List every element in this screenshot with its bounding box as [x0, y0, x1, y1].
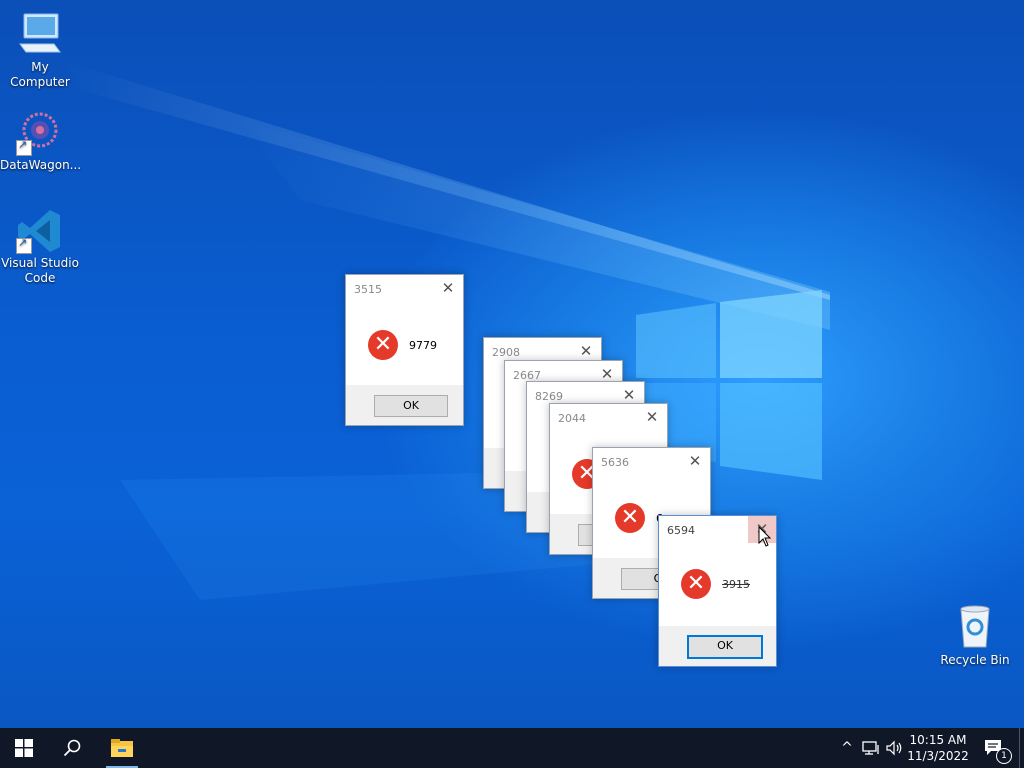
desktop-icon-label: DataWagon... [0, 158, 82, 172]
dialog-footer: OK [346, 385, 463, 425]
close-icon[interactable]: ✕ [643, 408, 661, 426]
file-explorer-icon [111, 739, 133, 757]
dialog-message: 9779 [409, 338, 437, 352]
dialog-title: 2908 [492, 346, 520, 359]
volume-button[interactable] [884, 728, 906, 768]
show-hidden-icons-button[interactable]: ^ [838, 728, 856, 768]
close-icon[interactable]: ✕ [439, 279, 457, 297]
desktop-icon-vscode[interactable]: Visual Studio Code [0, 206, 80, 286]
recycle-bin-icon [951, 603, 999, 651]
network-button[interactable] [860, 728, 882, 768]
chevron-up-icon: ^ [841, 740, 853, 756]
dialog-body: ✕ 6 [615, 503, 663, 533]
close-icon[interactable]: ✕ [620, 386, 638, 404]
shortcut-arrow-icon [16, 236, 32, 254]
clock[interactable]: 10:15 AM 11/3/2022 [905, 732, 971, 764]
dialog-footer: OK [659, 626, 776, 666]
desktop: My Computer DataWagon... Visual Studio C… [0, 0, 1024, 728]
desktop-icon-datawagon[interactable]: DataWagon... [0, 108, 82, 173]
show-desktop-button[interactable] [1019, 728, 1024, 768]
error-icon: ✕ [681, 569, 711, 599]
ok-button[interactable]: OK [687, 635, 763, 659]
windows-start-icon [15, 739, 33, 757]
error-dialog[interactable]: 3515 ✕ ✕ 9779 OK [345, 274, 464, 426]
network-icon [862, 741, 879, 755]
desktop-icon-recycle-bin[interactable]: Recycle Bin [935, 603, 1015, 668]
file-explorer-button[interactable] [98, 728, 146, 768]
close-icon[interactable]: ✕ [686, 452, 704, 470]
shortcut-arrow-icon [16, 138, 32, 156]
clock-date: 11/3/2022 [907, 749, 969, 763]
dialog-body: ✕ 9779 [368, 330, 437, 360]
dialog-title: 8269 [535, 390, 563, 403]
search-icon [63, 739, 81, 757]
speaker-icon [886, 740, 902, 756]
dialog-title: 5636 [601, 456, 629, 469]
dialog-title: 6594 [667, 524, 695, 537]
mouse-cursor-icon [758, 526, 772, 547]
desktop-icon-label: Recycle Bin [940, 653, 1010, 667]
dialog-body: ✕ 3915 [681, 569, 750, 599]
vscode-icon [16, 206, 64, 254]
notification-count-badge: 1 [996, 748, 1012, 764]
datawagon-icon [16, 108, 64, 156]
close-icon[interactable]: ✕ [577, 342, 595, 360]
computer-icon [16, 10, 64, 58]
start-button[interactable] [0, 728, 48, 768]
error-icon: ✕ [368, 330, 398, 360]
search-button[interactable] [48, 728, 96, 768]
desktop-icon-my-computer[interactable]: My Computer [0, 10, 80, 90]
dialog-title: 3515 [354, 283, 382, 296]
ok-button[interactable]: OK [374, 395, 448, 417]
desktop-icon-label: Visual Studio Code [1, 256, 79, 285]
dialog-title: 2044 [558, 412, 586, 425]
error-icon: ✕ [615, 503, 645, 533]
taskbar: ^ 10:15 AM 11/3/2022 1 [0, 728, 1024, 768]
desktop-icon-label: My Computer [10, 60, 70, 89]
action-center-button[interactable]: 1 [978, 728, 1012, 768]
dialog-message: 3915 [722, 577, 750, 591]
clock-time: 10:15 AM [909, 733, 967, 747]
